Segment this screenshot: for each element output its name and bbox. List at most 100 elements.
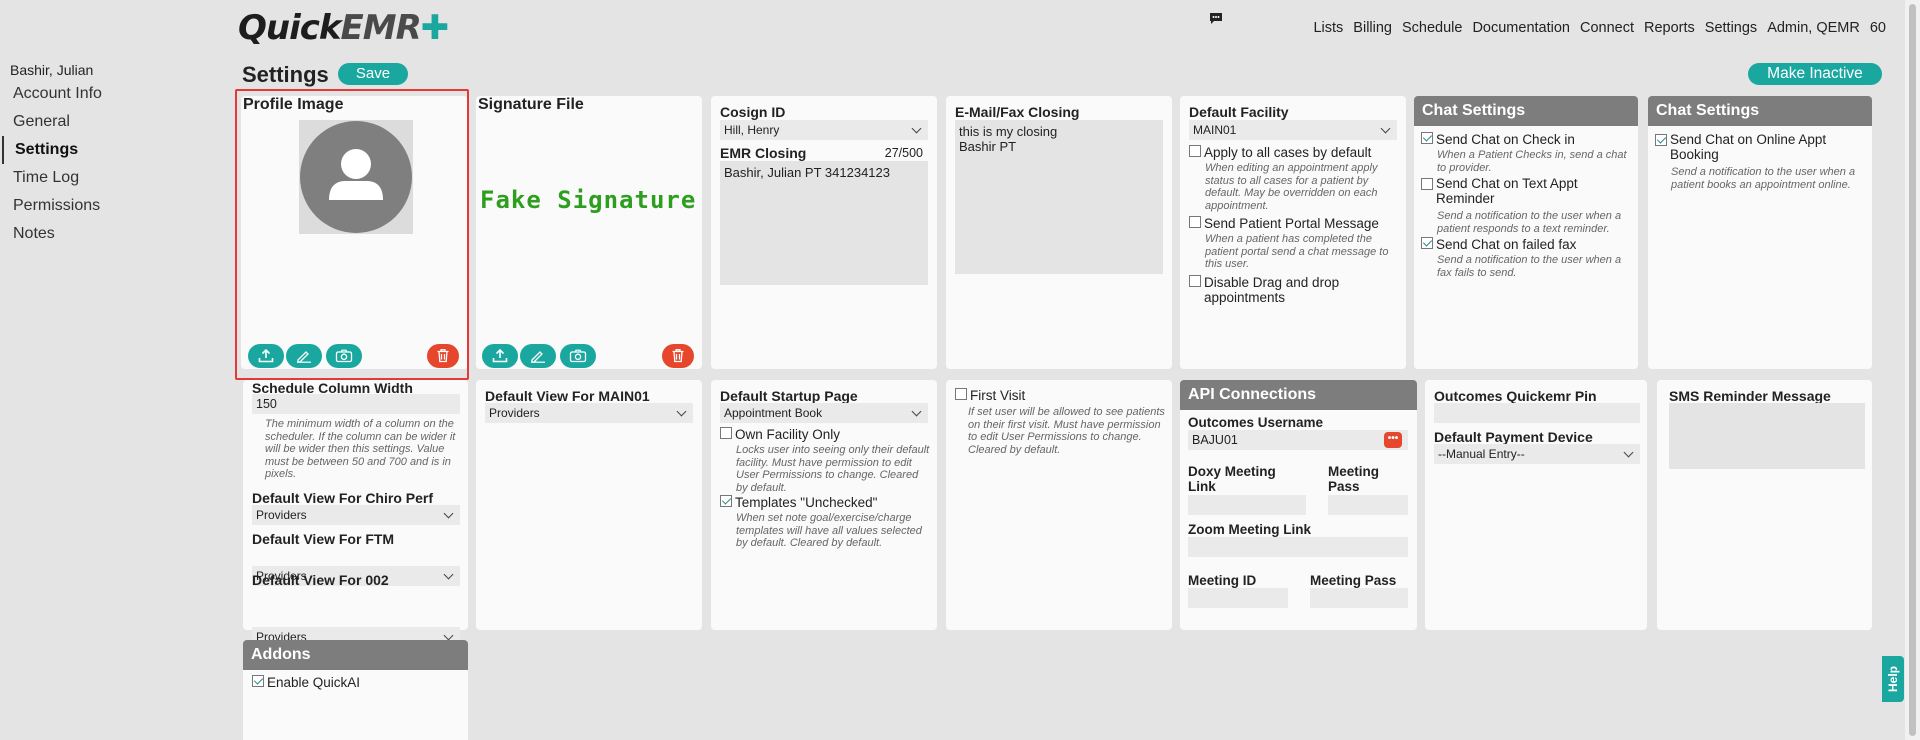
own-facility-checkbox[interactable] (720, 427, 732, 439)
doxy-link-input[interactable] (1188, 495, 1306, 515)
nav-billing[interactable]: Billing (1353, 20, 1392, 36)
chat-checkin-option[interactable]: Send Chat on Check in (1421, 132, 1633, 147)
sidebar-item-notes[interactable]: Notes (0, 220, 230, 248)
startup-page-title: Default Startup Page (720, 388, 858, 404)
sidebar-item-settings[interactable]: Settings (2, 136, 230, 164)
scrollbar-thumb[interactable] (1909, 4, 1916, 736)
draw-signature-button[interactable] (520, 344, 556, 368)
api-connections-title: API Connections (1180, 380, 1417, 410)
default-facility-select[interactable]: MAIN01 (1189, 120, 1397, 140)
page-title: Settings (242, 62, 329, 87)
payment-device-select[interactable]: --Manual Entry-- (1434, 444, 1640, 464)
delete-signature-button[interactable] (662, 344, 694, 368)
signature-file-title: Signature File (478, 96, 584, 113)
schedule-width-input[interactable]: 150 (252, 394, 460, 414)
page-scrollbar[interactable] (1905, 0, 1920, 740)
view-chiro-select[interactable]: Providers (252, 505, 460, 525)
cosign-title: Cosign ID (720, 104, 786, 120)
templates-unchecked-help: When set note goal/exercise/charge templ… (736, 512, 922, 549)
nav-connect[interactable]: Connect (1580, 20, 1634, 36)
templates-unchecked-option[interactable]: Templates "Unchecked" (720, 495, 932, 510)
enable-quickai-option[interactable]: Enable QuickAI (252, 675, 360, 690)
save-button[interactable]: Save (338, 63, 408, 85)
nav-count: 60 (1869, 20, 1886, 36)
apply-all-cases-checkbox[interactable] (1189, 145, 1201, 157)
first-visit-option[interactable]: First Visit (955, 388, 1025, 403)
sidebar-item-general[interactable]: General (0, 108, 230, 136)
camera-signature-button[interactable] (560, 344, 596, 368)
portal-message-help: When a patient has completed the patient… (1205, 233, 1389, 270)
outcomes-username-input[interactable]: BAJU01 (1188, 430, 1408, 450)
top-nav: Lists Billing Schedule Documentation Con… (1303, 20, 1886, 36)
first-visit-help: If set user will be allowed to see patie… (968, 406, 1165, 456)
email-closing-textarea[interactable]: this is my closing Bashir PT (955, 120, 1163, 274)
quickemr-logo[interactable]: QuickEMR✚ (238, 8, 449, 48)
portal-message-checkbox[interactable] (1189, 216, 1201, 228)
own-facility-option[interactable]: Own Facility Only (720, 427, 932, 442)
enable-quickai-checkbox[interactable] (252, 675, 264, 687)
chat-failed-fax-checkbox[interactable] (1421, 237, 1433, 249)
meeting-id-input[interactable] (1188, 588, 1288, 608)
outcomes-pin-input[interactable] (1434, 403, 1640, 423)
chat-failed-fax-label: Send Chat on failed fax (1436, 237, 1577, 252)
chat-online-booking-checkbox[interactable] (1655, 134, 1667, 146)
view-ftm-label: Default View For FTM (252, 531, 395, 547)
chat-online-booking-help: Send a notification to the user when a p… (1671, 166, 1856, 191)
sms-reminder-textarea[interactable] (1669, 403, 1865, 469)
portal-message-option[interactable]: Send Patient Portal Message (1189, 216, 1399, 231)
main01-view-card: Default View For MAIN01 Providers (476, 380, 702, 630)
chat-settings-card-1: Chat Settings Send Chat on Check in When… (1414, 96, 1638, 369)
meeting-pass-label: Meeting Pass (1310, 573, 1397, 588)
nav-schedule[interactable]: Schedule (1402, 20, 1462, 36)
signature-file-card: Signature File Fake Signature (476, 96, 702, 369)
nav-reports[interactable]: Reports (1644, 20, 1695, 36)
templates-unchecked-label: Templates "Unchecked" (735, 495, 878, 510)
zoom-link-input[interactable] (1188, 537, 1408, 557)
outcomes-pin-card: Outcomes Quickemr Pin Default Payment De… (1425, 380, 1647, 630)
apply-all-cases-option[interactable]: Apply to all cases by default (1189, 145, 1399, 160)
chat-checkin-checkbox[interactable] (1421, 132, 1433, 144)
addons-title: Addons (243, 640, 468, 670)
upload-signature-button[interactable] (482, 344, 518, 368)
schedule-width-help: The minimum width of a column on the sch… (265, 418, 456, 480)
chat-text-reminder-checkbox[interactable] (1421, 178, 1433, 190)
chat-failed-fax-option[interactable]: Send Chat on failed fax (1421, 237, 1633, 252)
nav-settings[interactable]: Settings (1705, 20, 1757, 36)
first-visit-label: First Visit (970, 388, 1026, 403)
chat-text-reminder-option[interactable]: Send Chat on Text Appt Reminder (1421, 176, 1633, 206)
sidebar-item-account-info[interactable]: Account Info (0, 80, 230, 108)
payment-device-label: Default Payment Device (1434, 429, 1593, 445)
nav-user-menu[interactable]: Admin, QEMR (1767, 20, 1860, 36)
chat-checkin-help: When a Patient Checks in, send a chat to… (1437, 149, 1627, 174)
more-options-icon[interactable]: ••• (1384, 432, 1402, 448)
first-visit-checkbox[interactable] (955, 388, 967, 400)
apply-all-cases-label: Apply to all cases by default (1204, 145, 1372, 160)
startup-page-select[interactable]: Appointment Book (720, 403, 928, 423)
meeting-pass-input[interactable] (1310, 588, 1408, 608)
make-inactive-button[interactable]: Make Inactive (1748, 63, 1882, 85)
camera-icon (569, 349, 587, 363)
disable-drag-option[interactable]: Disable Drag and drop appointments (1189, 274, 1399, 305)
sidebar-item-time-log[interactable]: Time Log (0, 164, 230, 192)
profile-image-highlight (235, 89, 469, 380)
help-tab[interactable]: Help (1882, 656, 1904, 702)
zoom-link-label: Zoom Meeting Link (1188, 522, 1311, 537)
cosign-select[interactable]: Hill, Henry (720, 120, 928, 140)
portal-message-label: Send Patient Portal Message (1204, 216, 1379, 231)
sidebar-item-permissions[interactable]: Permissions (0, 192, 230, 220)
chat-bubble-icon[interactable] (1209, 12, 1223, 28)
emr-closing-textarea[interactable]: Bashir, Julian PT 341234123 (720, 161, 928, 285)
doxy-pass-input[interactable] (1328, 495, 1408, 515)
disable-drag-checkbox[interactable] (1189, 274, 1201, 287)
chat-settings-title-1: Chat Settings (1414, 96, 1638, 126)
chat-text-reminder-label: Send Chat on Text Appt Reminder (1436, 176, 1578, 206)
nav-documentation[interactable]: Documentation (1472, 20, 1570, 36)
nav-lists[interactable]: Lists (1313, 20, 1343, 36)
disable-drag-label: Disable Drag and drop appointments (1204, 274, 1340, 305)
email-closing-title: E-Mail/Fax Closing (955, 104, 1080, 120)
chat-settings-title-2: Chat Settings (1648, 96, 1872, 126)
templates-unchecked-checkbox[interactable] (720, 495, 732, 507)
main01-view-select[interactable]: Providers (485, 403, 693, 423)
chat-online-booking-option[interactable]: Send Chat on Online Appt Booking (1655, 132, 1865, 162)
emr-closing-title: EMR Closing (720, 145, 807, 161)
